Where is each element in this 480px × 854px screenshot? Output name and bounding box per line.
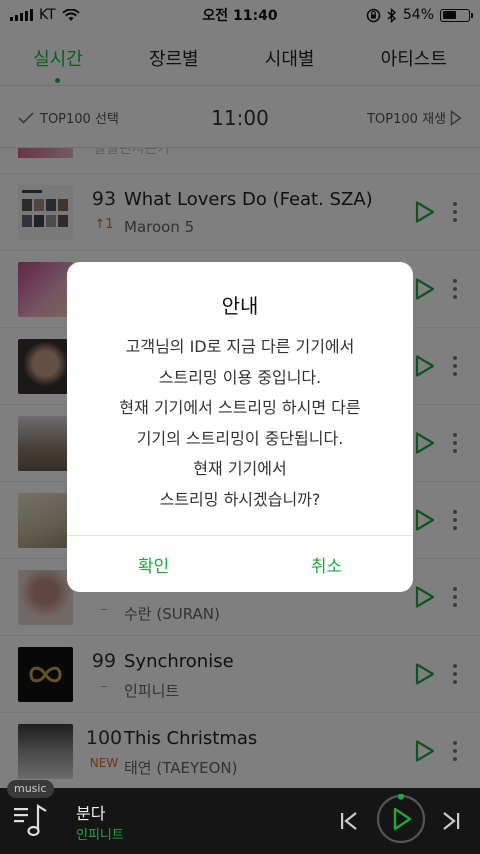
cancel-button[interactable]: 취소 [240,536,413,592]
dialog-title: 안내 [221,294,259,318]
play-pause-button[interactable] [376,794,426,844]
next-track-icon[interactable] [440,810,462,832]
previous-track-icon[interactable] [338,810,360,832]
music-tab-label: music [7,780,54,798]
dialog-message-line: 스트리밍 하시겠습니까? [159,489,321,509]
dialog-message: 고객님의 ID로 지금 다른 기기에서 스트리밍 이용 중입니다. 현재 기기에… [67,332,413,515]
now-playing-title[interactable]: 분다 [76,800,105,824]
dialog-message-line: 기기의 스트리밍이 중단됩니다. [136,428,344,448]
dialog-buttons: 확인 취소 [67,535,413,592]
mini-player: 분다 인피니트 [0,788,480,854]
dialog-message-line: 현재 기기에서 스트리밍 하시면 다른 [119,398,361,417]
dialog-message-line: 현재 기기에서 [193,459,287,478]
confirm-button[interactable]: 확인 [67,536,240,592]
dialog-message-line: 스트리밍 이용 중입니다. [158,367,322,387]
streaming-alert-dialog: 안내 고객님의 ID로 지금 다른 기기에서 스트리밍 이용 중입니다. 현재 … [67,262,413,592]
dialog-message-line: 고객님의 ID로 지금 다른 기기에서 [125,337,355,356]
playlist-music-icon[interactable] [12,800,52,840]
now-playing-artist[interactable]: 인피니트 [76,824,124,843]
